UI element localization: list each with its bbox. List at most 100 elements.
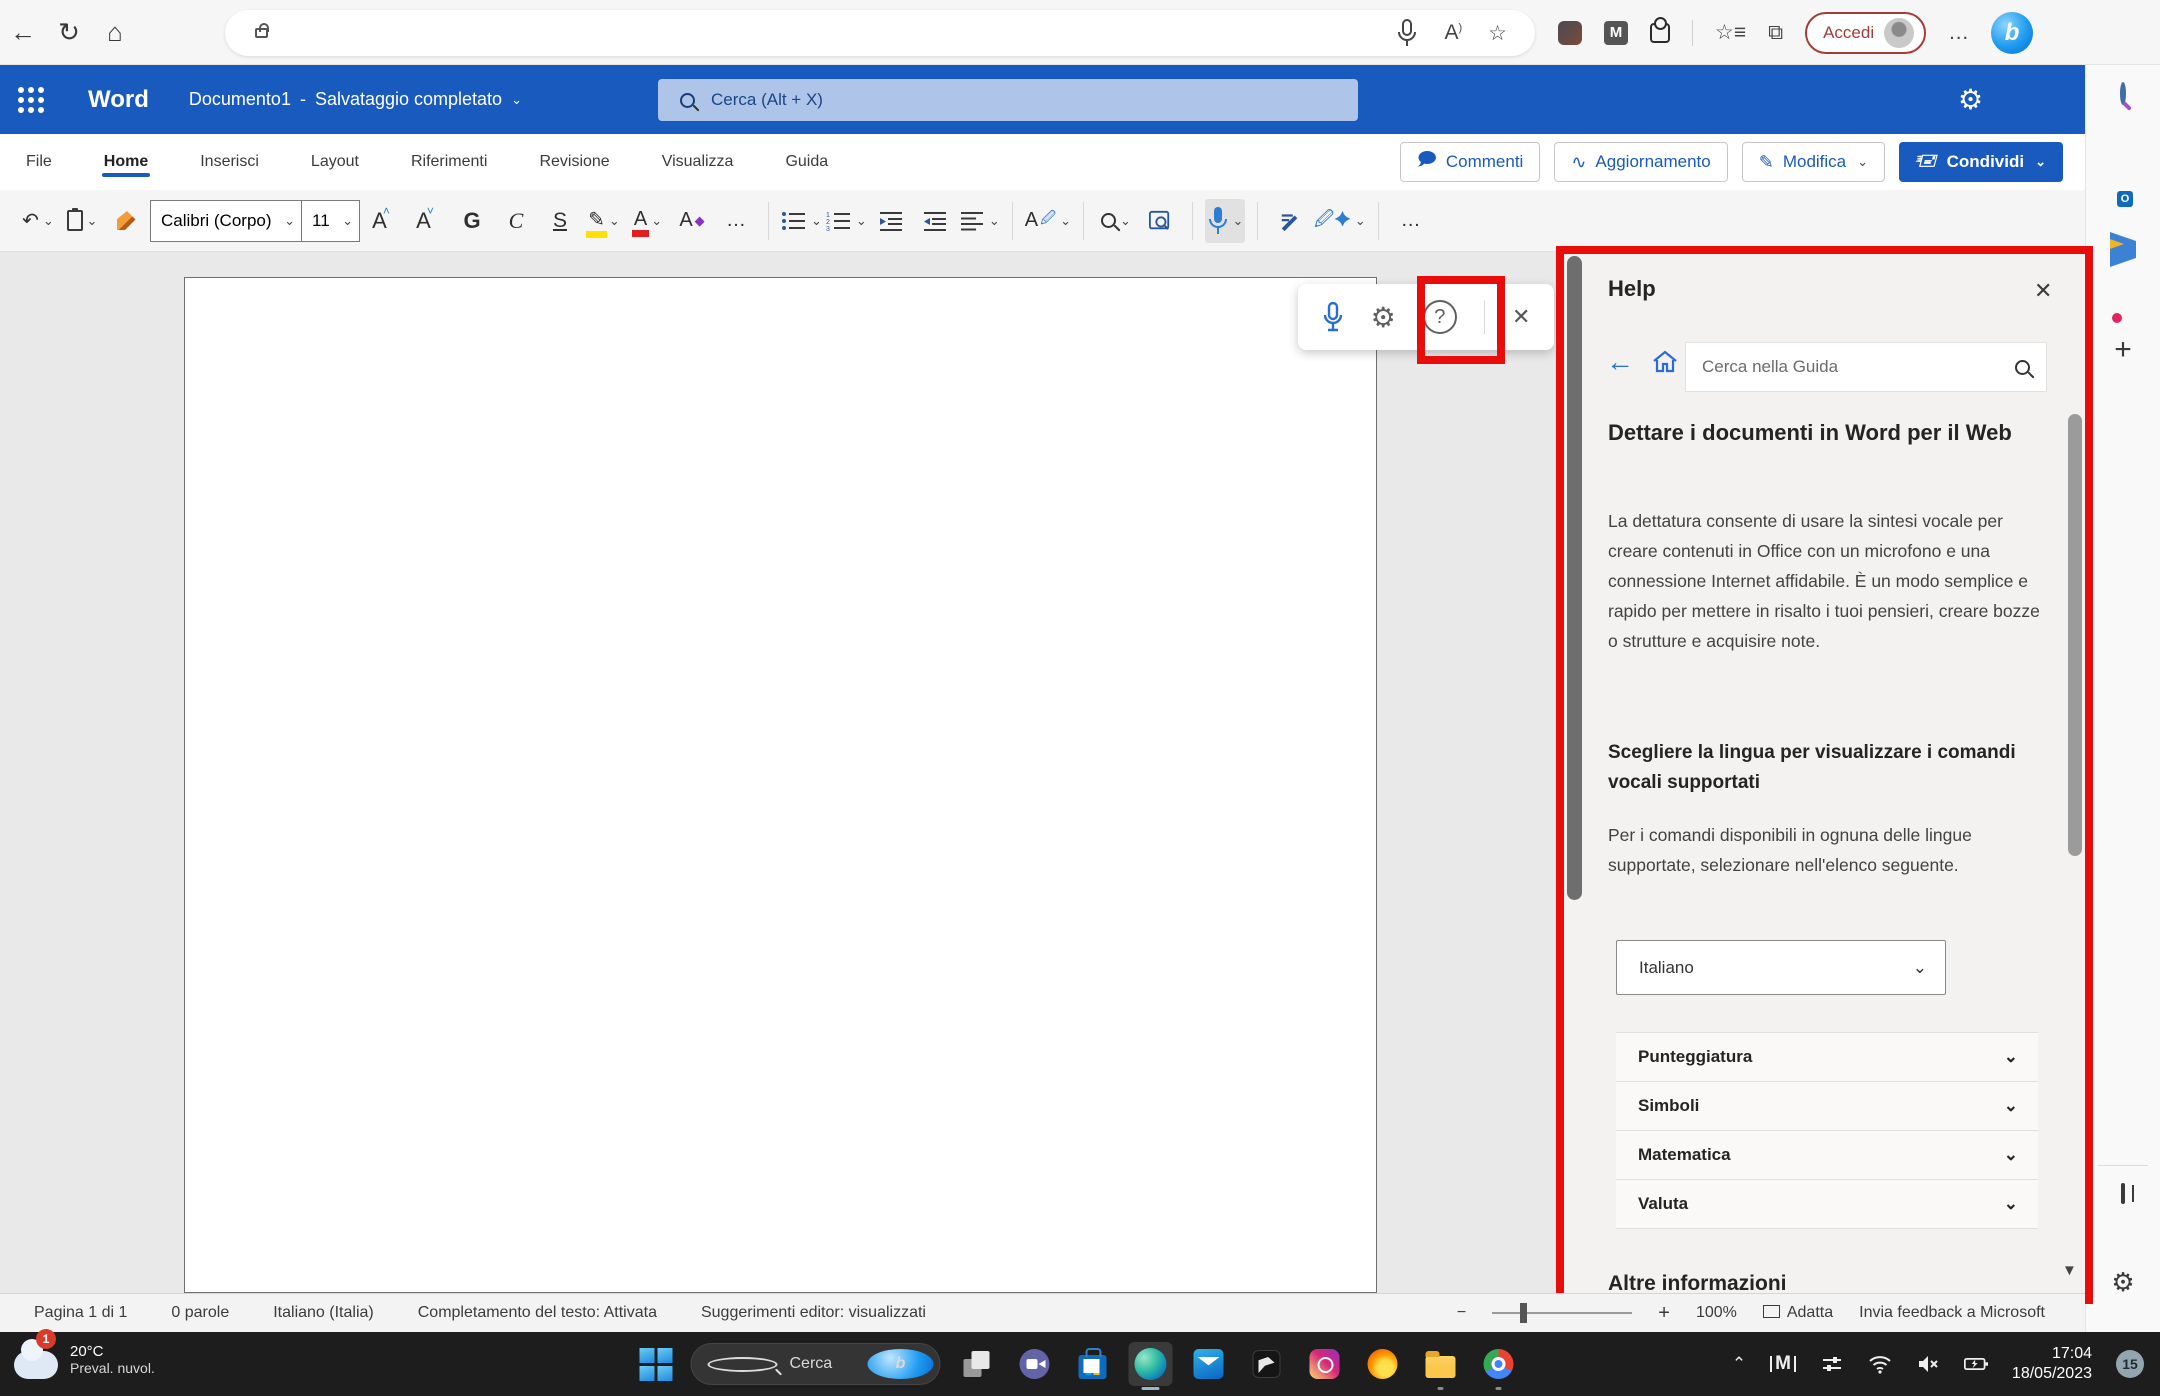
format-painter-button[interactable] xyxy=(106,199,146,243)
highlight-color-button[interactable]: ✎⌄ xyxy=(584,199,624,243)
share-button[interactable]: 🖅 Condividi ⌄ xyxy=(1899,142,2063,182)
tab-revisione[interactable]: Revisione xyxy=(537,139,611,185)
language-status[interactable]: Italiano (Italia) xyxy=(273,1304,374,1322)
shrink-font-button[interactable]: A˅ xyxy=(408,199,448,243)
browser-home-icon[interactable]: ⌂ xyxy=(92,17,138,48)
document-title[interactable]: Documento1 - Salvataggio completato ⌄ xyxy=(189,89,522,110)
help-search-input[interactable] xyxy=(1686,357,2015,377)
tab-home[interactable]: Home xyxy=(102,139,150,185)
paste-button[interactable]: ⌄ xyxy=(62,199,102,243)
bullet-list-button[interactable]: ⌄ xyxy=(781,199,822,243)
find-button[interactable]: ⌄ xyxy=(1096,199,1136,243)
italic-button[interactable]: C xyxy=(496,199,536,243)
read-aloud-icon[interactable]: A) xyxy=(1444,21,1462,45)
sidebar-search-icon[interactable] xyxy=(2120,85,2126,103)
microsoft-store-button[interactable] xyxy=(1071,1342,1115,1386)
undo-button[interactable]: ↶⌄ xyxy=(18,199,58,243)
sign-in-button[interactable]: Accedi xyxy=(1805,12,1926,54)
immersive-reader-button[interactable] xyxy=(1140,199,1180,243)
more-commands-button[interactable]: … xyxy=(1391,199,1431,243)
scroll-down-arrow-icon[interactable]: ▼ xyxy=(2062,1262,2077,1279)
zoom-slider-thumb[interactable] xyxy=(1520,1303,1527,1323)
volume-muted-icon[interactable] xyxy=(1916,1352,1940,1376)
dictation-close-button[interactable]: ✕ xyxy=(1512,304,1530,330)
help-search-box[interactable] xyxy=(1685,342,2047,392)
weather-widget[interactable]: 1 20°C Preval. nuvol. xyxy=(14,1339,155,1379)
zoom-slider[interactable] xyxy=(1492,1312,1632,1314)
voice-search-icon[interactable] xyxy=(1396,18,1418,48)
firefox-button[interactable] xyxy=(1361,1342,1405,1386)
extensions-puzzle-icon[interactable] xyxy=(1650,23,1670,43)
add-favorite-icon[interactable]: ☆ xyxy=(1488,21,1507,46)
word-search-box[interactable]: Cerca (Alt + X) xyxy=(658,79,1358,121)
notification-count-badge[interactable]: 15 xyxy=(2116,1350,2144,1378)
sidebar-settings-gear-icon[interactable]: ⚙ xyxy=(2111,1267,2134,1298)
tab-inserisci[interactable]: Inserisci xyxy=(198,139,261,185)
dictate-button[interactable]: ⌄ xyxy=(1205,199,1245,243)
taskbar-search[interactable]: Cerca b xyxy=(691,1343,941,1385)
language-dropdown[interactable]: Italiano ⌄ xyxy=(1616,940,1946,995)
numbered-list-button[interactable]: 123⌄ xyxy=(826,199,867,243)
fit-page-toggle[interactable]: Adatta xyxy=(1763,1304,1833,1322)
clipchamp-button[interactable] xyxy=(1245,1342,1289,1386)
tab-layout[interactable]: Layout xyxy=(309,139,361,185)
tab-riferimenti[interactable]: Riferimenti xyxy=(409,139,489,185)
collections-icon[interactable]: ⧉ xyxy=(1768,21,1783,45)
zoom-in-icon[interactable]: + xyxy=(1658,1302,1670,1325)
quick-settings-icon[interactable] xyxy=(1820,1352,1844,1376)
battery-icon[interactable] xyxy=(1964,1352,1988,1376)
wifi-icon[interactable] xyxy=(1868,1352,1892,1376)
favorites-bar-icon[interactable]: ☆≡ xyxy=(1715,20,1746,45)
help-panel-scrollbar[interactable] xyxy=(2068,414,2082,856)
instagram-button[interactable] xyxy=(1303,1342,1347,1386)
styles-button[interactable]: A🖉⌄ xyxy=(1025,199,1071,243)
increase-indent-button[interactable] xyxy=(915,199,955,243)
extension-icon[interactable] xyxy=(1558,21,1582,45)
page-count[interactable]: Pagina 1 di 1 xyxy=(34,1304,127,1322)
hidden-icons-chevron[interactable]: ⌃ xyxy=(1732,1354,1746,1374)
editing-mode-button[interactable]: ✎ Modifica ⌄ xyxy=(1742,142,1885,182)
comments-button[interactable]: 🗩 Commenti xyxy=(1400,142,1540,182)
tab-guida[interactable]: Guida xyxy=(783,139,830,185)
tab-visualizza[interactable]: Visualizza xyxy=(660,139,736,185)
sidebar-drop-icon[interactable] xyxy=(2110,241,2136,259)
help-home-icon[interactable] xyxy=(1652,350,1678,374)
dictation-settings-button[interactable]: ⚙ xyxy=(1371,301,1396,334)
file-explorer-button[interactable] xyxy=(1419,1342,1463,1386)
settings-gear-icon[interactable]: ⚙ xyxy=(1958,83,1983,116)
alignment-button[interactable]: ⌄ xyxy=(959,199,1000,243)
sidebar-split-screen-icon[interactable] xyxy=(2121,1185,2125,1203)
designer-button[interactable]: 🖉✦⌄ xyxy=(1314,199,1366,243)
extension-m-icon[interactable]: M xyxy=(1604,21,1628,45)
task-view-button[interactable] xyxy=(955,1342,999,1386)
teams-chat-button[interactable] xyxy=(1013,1342,1057,1386)
feedback-link[interactable]: Invia feedback a Microsoft xyxy=(1859,1304,2045,1322)
document-scrollbar-overlap[interactable] xyxy=(1567,256,1582,900)
more-font-options-button[interactable]: … xyxy=(716,199,756,243)
accordion-matematica[interactable]: Matematica⌄ xyxy=(1616,1131,2038,1180)
word-count[interactable]: 0 parole xyxy=(171,1304,229,1322)
underline-button[interactable]: S xyxy=(540,199,580,243)
tray-app-icon[interactable]: M xyxy=(1770,1356,1796,1372)
text-completion-status[interactable]: Completamento del testo: Attivata xyxy=(418,1304,657,1322)
bing-discover-icon[interactable]: b xyxy=(1991,12,2033,54)
editor-suggestions-status[interactable]: Suggerimenti editor: visualizzati xyxy=(701,1304,926,1322)
accordion-valuta[interactable]: Valuta⌄ xyxy=(1616,1180,2038,1229)
app-launcher-icon[interactable] xyxy=(18,87,44,113)
font-color-button[interactable]: A⌄ xyxy=(628,199,668,243)
address-bar[interactable]: A) ☆ xyxy=(225,10,1535,56)
browser-menu-icon[interactable]: … xyxy=(1948,21,1969,45)
address-input[interactable] xyxy=(282,24,1396,42)
tab-file[interactable]: File xyxy=(24,139,54,185)
chrome-button[interactable] xyxy=(1477,1342,1521,1386)
decrease-indent-button[interactable] xyxy=(871,199,911,243)
mail-button[interactable] xyxy=(1187,1342,1231,1386)
font-name-select[interactable]: Calibri (Corpo)⌄ xyxy=(151,211,301,231)
help-close-icon[interactable]: ✕ xyxy=(2034,278,2052,304)
editor-button[interactable] xyxy=(1270,199,1310,243)
help-back-icon[interactable]: ← xyxy=(1606,346,1634,378)
dictation-mic-button[interactable] xyxy=(1322,302,1344,332)
accordion-simboli[interactable]: Simboli⌄ xyxy=(1616,1082,2038,1131)
grow-font-button[interactable]: A˄ xyxy=(364,199,404,243)
start-button[interactable] xyxy=(640,1348,673,1381)
